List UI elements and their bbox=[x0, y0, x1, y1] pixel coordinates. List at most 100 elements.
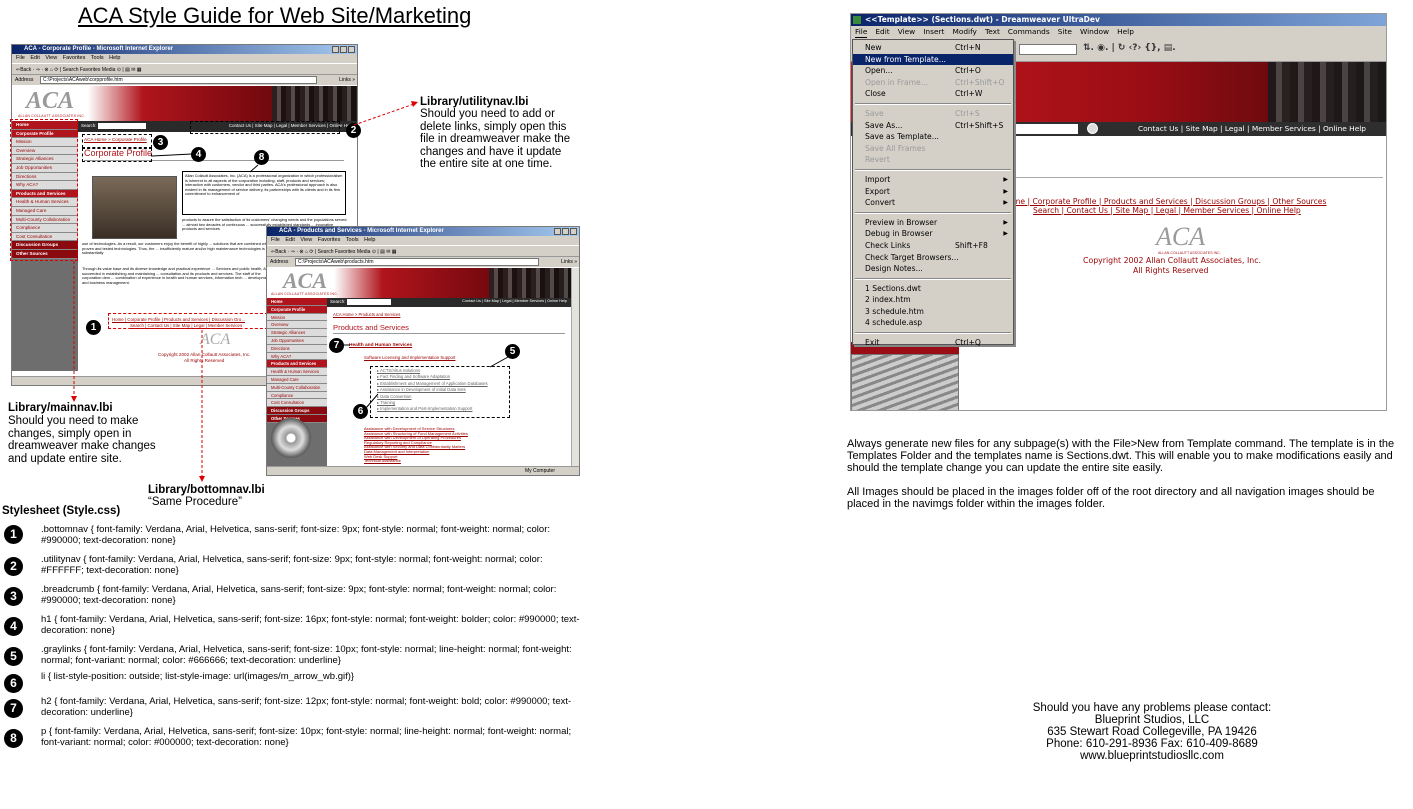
mainnav-description: Should you need to make changes, simply o… bbox=[8, 415, 156, 465]
template-note: Always generate new files for any subpag… bbox=[847, 438, 1395, 474]
description-line: changes, simply open in bbox=[8, 427, 132, 440]
menu-item-label: Save All Frames bbox=[865, 143, 926, 153]
menu-item-label: Save as Template... bbox=[865, 132, 939, 142]
dw-app-icon bbox=[853, 16, 861, 24]
menu-separator bbox=[855, 102, 1011, 105]
dw-menu-site[interactable]: Site bbox=[1058, 26, 1072, 38]
menu-item-new[interactable]: New Ctrl+N bbox=[853, 42, 1013, 54]
contact-intro: Should you have any problems please cont… bbox=[1032, 702, 1272, 714]
dw-footer-logo: ACA bbox=[1156, 222, 1206, 251]
rule-text: .utilitynav { font-family: Verdana, Aria… bbox=[41, 554, 543, 576]
dw-utility-links[interactable]: Contact Us | Site Map | Legal | Member S… bbox=[1138, 124, 1366, 133]
rule-number-badge: 6 bbox=[4, 674, 23, 693]
stylesheet-heading: Stylesheet (Style.css) bbox=[2, 505, 121, 517]
mainnav-title: Library/mainnav.lbi bbox=[8, 402, 113, 414]
menu-item-save-as-template[interactable]: Save as Template... bbox=[853, 131, 1013, 143]
dw-menu-help[interactable]: Help bbox=[1117, 26, 1134, 38]
rule-text: .breadcrumb { font-family: Verdana, Aria… bbox=[41, 584, 557, 606]
menu-item-check-target-browsers[interactable]: Check Target Browsers... bbox=[853, 252, 1013, 264]
rule-number-badge: 4 bbox=[4, 617, 23, 636]
menu-item-label: 4 schedule.asp bbox=[865, 318, 923, 328]
css-rule-row: 8 p { font-family: Verdana, Arial, Helvet… bbox=[4, 726, 584, 753]
dw-bottom-links-1[interactable]: me | Corporate Profile | Products and Se… bbox=[1013, 197, 1326, 206]
dw-toolbar-icons[interactable]: ⇅. ◉. | ↻ ‹?› {}, ▤. bbox=[1083, 43, 1176, 53]
menu-item-preview-in-browser[interactable]: Preview in Browser ▶ bbox=[853, 217, 1013, 229]
dw-menu-window[interactable]: Window bbox=[1080, 26, 1109, 38]
dw-menu-modify[interactable]: Modify bbox=[952, 26, 977, 38]
menu-item-label: New bbox=[865, 43, 882, 52]
description-line: dreamweaver make changes bbox=[8, 440, 156, 452]
menu-item-label: 2 index.htm bbox=[865, 295, 911, 305]
images-note: All Images should be placed in the image… bbox=[847, 486, 1375, 510]
description-line: delete links, simply open this bbox=[420, 120, 567, 133]
rule-number-badge: 7 bbox=[4, 699, 23, 718]
menu-item-import[interactable]: Import ▶ bbox=[853, 174, 1013, 186]
css-rule-row: 5 .graylinks { font-family: Verdana, Aria… bbox=[4, 644, 584, 671]
menu-item-shortcut: Ctrl+Q bbox=[955, 338, 981, 348]
menu-item-exit[interactable]: Exit Ctrl+Q bbox=[853, 337, 1013, 349]
utilitynav-title: Library/utilitynav.lbi bbox=[420, 96, 529, 108]
description-line: file in dreamweaver make the bbox=[420, 133, 571, 145]
dw-menu-file[interactable]: File bbox=[855, 26, 868, 38]
menu-item-open-in-frame: Open in Frame... Ctrl+Shift+O bbox=[853, 77, 1013, 89]
menu-separator bbox=[855, 277, 1011, 280]
description-line: Should you need to add or bbox=[420, 108, 555, 120]
css-rule-row: 4 h1 { font-family: Verdana, Arial, Helve… bbox=[4, 614, 584, 641]
dw-copyright: Copyright 2002 Allan Collautt Associates… bbox=[1083, 256, 1261, 265]
dw-menu-commands[interactable]: Commands bbox=[1008, 26, 1050, 38]
rule-number-badge: 5 bbox=[4, 647, 23, 666]
dw-menu-edit[interactable]: Edit bbox=[875, 26, 889, 38]
contact-website[interactable]: www.blueprintstudiosllc.com bbox=[1002, 750, 1302, 762]
dw-menu-view[interactable]: View bbox=[898, 26, 916, 38]
menu-item-new-from-template[interactable]: New from Template... bbox=[853, 53, 1013, 66]
menu-item-convert[interactable]: Convert ▶ bbox=[853, 197, 1013, 209]
rule-text: h1 { font-family: Verdana, Arial, Helvet… bbox=[41, 614, 580, 636]
menu-item-debug-in-browser[interactable]: Debug in Browser ▶ bbox=[853, 228, 1013, 240]
menu-item-design-notes[interactable]: Design Notes... bbox=[853, 263, 1013, 275]
menu-item-save-as[interactable]: Save As... Ctrl+Shift+S bbox=[853, 120, 1013, 132]
menu-separator bbox=[855, 332, 1011, 335]
menu-item-label: Preview in Browser bbox=[865, 217, 938, 227]
menu-item-label: Import bbox=[865, 174, 891, 184]
dw-bottom-links-2[interactable]: Search | Contact Us | Site Map | Legal |… bbox=[1033, 206, 1301, 215]
dw-title-input[interactable] bbox=[1019, 44, 1077, 55]
dw-search-go-icon[interactable] bbox=[1087, 123, 1098, 134]
menu-item-label: Check Target Browsers... bbox=[865, 252, 959, 262]
rule-text: .graylinks { font-family: Verdana, Arial… bbox=[41, 644, 572, 666]
contact-company: Blueprint Studios, LLC bbox=[1094, 714, 1210, 726]
menu-item-shortcut: Ctrl+S bbox=[955, 108, 980, 118]
menu-item-3-schedule-htm[interactable]: 3 schedule.htm bbox=[853, 306, 1013, 318]
rule-number-badge: 2 bbox=[4, 557, 23, 576]
menu-item-label: Check Links bbox=[865, 240, 911, 250]
menu-item-check-links[interactable]: Check Links Shift+F8 bbox=[853, 240, 1013, 252]
rule-text: h2 { font-family: Verdana, Arial, Helvet… bbox=[41, 696, 572, 718]
menu-item-1-sections-dwt[interactable]: 1 Sections.dwt bbox=[853, 283, 1013, 295]
menu-item-shortcut: Ctrl+W bbox=[955, 89, 983, 99]
rule-number-badge: 1 bbox=[4, 525, 23, 544]
menu-item-2-index-htm[interactable]: 2 index.htm bbox=[853, 294, 1013, 306]
menu-item-save-all-frames: Save All Frames bbox=[853, 143, 1013, 155]
dw-menu-insert[interactable]: Insert bbox=[923, 26, 944, 38]
menu-item-export[interactable]: Export ▶ bbox=[853, 186, 1013, 198]
submenu-arrow-icon: ▶ bbox=[1003, 175, 1008, 183]
menu-item-label: Save bbox=[865, 108, 884, 118]
menu-item-label: 3 schedule.htm bbox=[865, 306, 924, 316]
menu-item-close[interactable]: Close Ctrl+W bbox=[853, 88, 1013, 100]
css-rule-row: 3 .breadcrumb { font-family: Verdana, Ari… bbox=[4, 584, 584, 611]
dw-keyboard-photo bbox=[851, 354, 959, 410]
menu-item-label: Debug in Browser bbox=[865, 229, 933, 239]
description-line: changes and have it update bbox=[420, 145, 562, 158]
rule-text: li { list-style-position: outside; list-… bbox=[41, 671, 355, 682]
menu-item-4-schedule-asp[interactable]: 4 schedule.asp bbox=[853, 317, 1013, 329]
contact-block: Should you have any problems please cont… bbox=[1002, 702, 1302, 762]
menu-item-open[interactable]: Open... Ctrl+O bbox=[853, 65, 1013, 77]
menu-item-revert: Revert bbox=[853, 154, 1013, 166]
contact-address: 635 Stewart Road Collegeville, PA 19426 bbox=[1047, 726, 1257, 738]
menu-item-shortcut: Shift+F8 bbox=[955, 240, 988, 250]
dw-menu-text[interactable]: Text bbox=[985, 26, 1000, 38]
dw-rights: All Rights Reserved bbox=[1133, 266, 1209, 275]
menu-item-shortcut: Ctrl+O bbox=[955, 66, 981, 76]
bottomnav-title: Library/bottomnav.lbi bbox=[148, 484, 265, 496]
dreamweaver-window: <<Template>> (Sections.dwt) - Dreamweave… bbox=[850, 13, 1387, 411]
menu-item-label: Revert bbox=[865, 155, 890, 165]
